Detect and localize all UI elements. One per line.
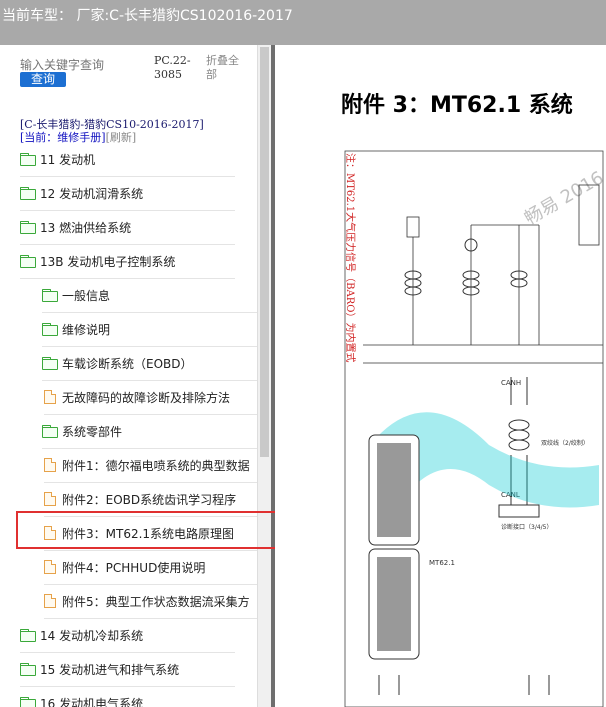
folder-icon (20, 221, 36, 234)
twisted-pair-label: 双绞线（2/绞制） (541, 439, 589, 447)
collapse-all-button[interactable]: 折叠全部 (206, 54, 246, 82)
tree-item-label: 维修说明 (62, 322, 111, 337)
tree-item[interactable]: 16 发动机电气系统 (20, 686, 235, 707)
tree-item[interactable]: 附件5：典型工作状态数据流采集方 (44, 584, 257, 619)
can-twisted-pair: CANH CANL 双绞线（2/绞制） 诊断接口（3/4/5） (498, 377, 589, 531)
tree-item[interactable]: 附件4：PCHHUD使用说明 (44, 550, 257, 585)
tree-item[interactable]: 11 发动机 (20, 142, 235, 177)
selected-item-highlight (16, 511, 286, 549)
ecu-label: MT62.1 (429, 559, 455, 567)
tree-item-label: 13B 发动机电子控制系统 (40, 254, 176, 269)
ecu-connector-lower (368, 548, 420, 660)
folder-icon (42, 425, 58, 438)
tree-item-label: 附件5：典型工作状态数据流采集方 (62, 594, 250, 609)
document-viewer: 附件 3：MT62.1 系统 注：MT62.1大气压力信号（BARO）为内置式 … (275, 45, 606, 707)
tree-item[interactable]: 维修说明 (42, 312, 257, 347)
baro-note: 注：MT62.1大气压力信号（BARO）为内置式 (344, 153, 357, 362)
search-input[interactable] (20, 57, 145, 73)
tree-item[interactable]: 15 发动机进气和排气系统 (20, 652, 235, 687)
sensor-coil-2 (462, 224, 539, 345)
tree-item-label: 12 发动机润滑系统 (40, 186, 144, 201)
tree-item-label: 附件4：PCHHUD使用说明 (62, 560, 206, 575)
folder-icon (20, 187, 36, 200)
pc-code: PC.22-3085 (154, 54, 191, 81)
document-icon (44, 390, 56, 404)
tree-item-label: 16 发动机电气系统 (40, 696, 144, 707)
document-icon (44, 594, 56, 608)
tree-item-label: 11 发动机 (40, 152, 96, 167)
tree-item-label: 附件2：EOBD系统齿讯学习程序 (62, 492, 237, 507)
scrollbar-thumb[interactable] (260, 47, 269, 457)
folder-icon (20, 663, 36, 676)
navigation-panel: 查询 PC.22-3085 折叠全部 [C-长丰猎豹-猎豹CS10-2016-2… (0, 45, 271, 707)
tree-item-label: 15 发动机进气和排气系统 (40, 662, 180, 677)
diag-port-label: 诊断接口（3/4/5） (501, 523, 553, 531)
document-icon (44, 492, 56, 506)
tree-item-label: 无故障码的故障诊断及排除方法 (62, 390, 231, 405)
folder-icon (20, 153, 36, 166)
tree-item-label: 一般信息 (62, 288, 111, 303)
document-icon (44, 560, 56, 574)
tree-item[interactable]: 14 发动机冷却系统 (20, 618, 235, 653)
folder-icon (42, 323, 58, 336)
current-vehicle-label: 当前车型： 厂家:C-长丰猎豹CS102016-2017 (2, 8, 293, 24)
document-title: 附件 3：MT62.1 系统 (341, 93, 573, 118)
tree-item-label: 车载诊断系统（EOBD） (62, 356, 193, 371)
tree-item-label: 14 发动机冷却系统 (40, 628, 144, 643)
tree-item[interactable]: 车载诊断系统（EOBD） (42, 346, 257, 381)
bottom-arrows (378, 675, 550, 695)
window-titlebar: 当前车型： 厂家:C-长丰猎豹CS102016-2017 (0, 0, 606, 45)
watermark: 畅易 2016 (521, 167, 606, 229)
tree-item-label: 附件1：德尔福电喷系统的典型数据 (62, 458, 250, 473)
tree-item[interactable]: 无故障码的故障诊断及排除方法 (44, 380, 257, 415)
folder-icon (20, 629, 36, 642)
tree-item-label: 系统零部件 (62, 424, 123, 439)
ecu-connector-upper (368, 434, 420, 546)
document-icon (44, 458, 56, 472)
tree-item[interactable]: 一般信息 (42, 278, 257, 313)
tree-item[interactable]: 13 燃油供给系统 (20, 210, 235, 245)
sensor-coil-1 (404, 216, 422, 345)
folder-icon (42, 357, 58, 370)
search-button[interactable]: 查询 (20, 72, 66, 87)
tree-scrollbar[interactable] (257, 45, 271, 707)
tree-item[interactable]: 12 发动机润滑系统 (20, 176, 235, 211)
sensor-coil-3 (510, 225, 540, 345)
canh-label: CANH (501, 379, 521, 387)
circuit-diagram: 注：MT62.1大气压力信号（BARO）为内置式 畅易 2016 CANH CA… (344, 150, 606, 707)
tree-item[interactable]: 13B 发动机电子控制系统 (20, 244, 235, 279)
tree-item[interactable]: 系统零部件 (42, 414, 257, 449)
folder-icon (20, 697, 36, 707)
folder-icon (20, 255, 36, 268)
folder-icon (42, 289, 58, 302)
tree-item-label: 13 燃油供给系统 (40, 220, 132, 235)
tree-item[interactable]: 附件1：德尔福电喷系统的典型数据 (44, 448, 257, 483)
